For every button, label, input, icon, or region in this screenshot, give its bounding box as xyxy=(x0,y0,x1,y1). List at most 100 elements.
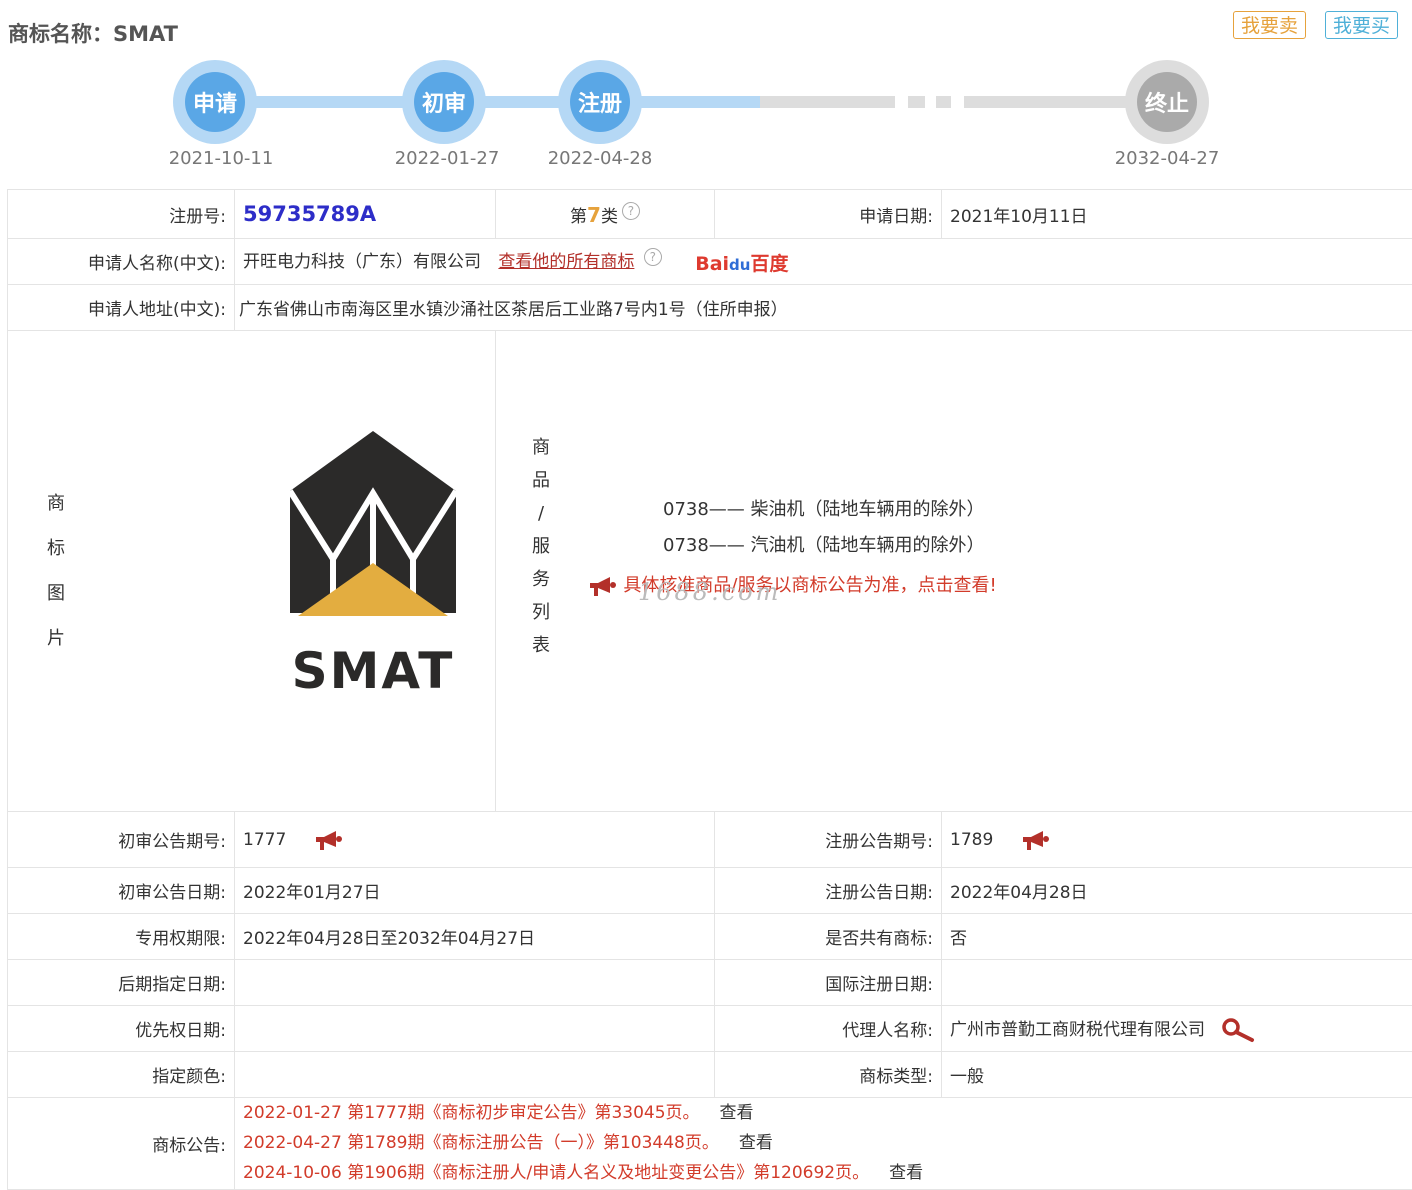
watermark: 1688.com xyxy=(638,578,781,606)
list-item: 2022-04-27 第1789期《商标注册公告（一）》第103448页。查看 xyxy=(243,1128,1405,1158)
table-row: 注册号: 59735789A 第7类? 申请日期: 2021年10月11日 xyxy=(8,190,1412,239)
timeline-gap-dash xyxy=(936,96,951,108)
table-row: 优先权日期: 代理人名称: 广州市普勤工商财税代理有限公司 xyxy=(8,1006,1412,1052)
prelim-no-value: 1777 xyxy=(243,830,286,850)
vertical-char: 品 xyxy=(526,464,556,497)
help-icon[interactable]: ? xyxy=(622,202,640,220)
announce-text: 2024-10-06 第1906期《商标注册人/申请人名义及地址变更公告》第12… xyxy=(243,1163,869,1183)
vertical-char: / xyxy=(526,497,556,530)
timeline-node-terminate: 终止 xyxy=(1125,60,1209,144)
all-marks-link[interactable]: 查看他的所有商标 xyxy=(498,252,634,272)
timeline-date: 2032-04-27 xyxy=(1097,148,1237,169)
color-label: 指定颜色: xyxy=(8,1052,235,1098)
later-date-label: 后期指定日期: xyxy=(8,960,235,1006)
image-vertical-label: 商 标 图 片 xyxy=(44,481,68,661)
applicant-label: 申请人名称(中文): xyxy=(8,239,235,285)
intl-date-value xyxy=(942,960,1412,1006)
timeline-node-prelim: 初审 xyxy=(402,60,486,144)
view-link[interactable]: 查看 xyxy=(720,1103,754,1123)
later-date-value xyxy=(235,960,715,1006)
trademark-title: 商标名称：SMAT xyxy=(8,18,178,48)
apply-date-value: 2021年10月11日 xyxy=(942,190,1412,239)
reg-pub-no-label: 注册公告期号: xyxy=(715,812,942,868)
goods-cell: 商 品 / 服 务 列 表 0738—— 柴油机（陆地车辆用的除外） 0738—… xyxy=(496,331,1412,812)
agent-value: 广州市普勤工商财税代理有限公司 xyxy=(950,1020,1205,1040)
search-icon[interactable] xyxy=(1220,1017,1256,1043)
announce-text: 2022-04-27 第1789期《商标注册公告（一）》第103448页。 xyxy=(243,1133,719,1153)
baidu-bai: Bai xyxy=(695,253,729,275)
baidu-text: 百度 xyxy=(750,253,788,275)
prelim-no-cell: 1777 xyxy=(235,812,715,868)
vertical-char: 表 xyxy=(526,629,556,662)
megaphone-icon[interactable] xyxy=(314,829,344,851)
class-suffix: 类 xyxy=(601,207,618,227)
table-row: 后期指定日期: 国际注册日期: xyxy=(8,960,1412,1006)
class-cell: 第7类? xyxy=(496,190,715,239)
baidu-search-icon[interactable]: Baidu百度 xyxy=(695,249,788,276)
class-number: 7 xyxy=(587,203,601,227)
view-link[interactable]: 查看 xyxy=(889,1163,923,1183)
term-label: 专用权期限: xyxy=(8,914,235,960)
timeline-date: 2022-04-28 xyxy=(530,148,670,169)
table-row: 商 标 图 片 SMAT 商 品 / 服 务 xyxy=(8,331,1412,812)
table-row: 申请人地址(中文): 广东省佛山市南海区里水镇沙涌社区茶居后工业路7号内1号（住… xyxy=(8,285,1412,331)
agent-cell: 广州市普勤工商财税代理有限公司 xyxy=(942,1006,1412,1052)
color-value xyxy=(235,1052,715,1098)
announce-label: 商标公告: xyxy=(8,1098,235,1190)
megaphone-icon[interactable] xyxy=(1021,829,1051,851)
timeline-date: 2022-01-27 xyxy=(377,148,517,169)
trademark-logo-image: SMAT xyxy=(253,431,493,701)
list-item: 2022-01-27 第1777期《商标初步审定公告》第33045页。查看 xyxy=(243,1098,1405,1128)
sell-button[interactable]: 我要卖 xyxy=(1233,11,1306,39)
timeline-node-apply: 申请 xyxy=(173,60,257,144)
timeline-date: 2021-10-11 xyxy=(151,148,291,169)
list-item: 0738—— 汽油机（陆地车辆用的除外） xyxy=(663,528,985,564)
table-row: 指定颜色: 商标类型: 一般 xyxy=(8,1052,1412,1098)
table-row: 初审公告期号: 1777 注册公告期号: 1789 xyxy=(8,812,1412,868)
reg-pub-date-label: 注册公告日期: xyxy=(715,868,942,914)
reg-no-value: 59735789A xyxy=(243,202,376,226)
list-item: 2024-10-06 第1906期《商标注册人/申请人名义及地址变更公告》第12… xyxy=(243,1158,1405,1188)
vertical-char: 务 xyxy=(526,563,556,596)
table-row: 商标公告: 2022-01-27 第1777期《商标初步审定公告》第33045页… xyxy=(8,1098,1412,1190)
list-item: 0738—— 柴油机（陆地车辆用的除外） xyxy=(663,492,985,528)
timeline-progress-bar xyxy=(215,96,760,108)
logo-text: SMAT xyxy=(292,642,455,700)
reg-pub-date-value: 2022年04月28日 xyxy=(942,868,1412,914)
announce-list: 2022-01-27 第1777期《商标初步审定公告》第33045页。查看 20… xyxy=(235,1098,1412,1190)
table-row: 初审公告日期: 2022年01月27日 注册公告日期: 2022年04月28日 xyxy=(8,868,1412,914)
baidu-du: du xyxy=(729,256,750,274)
vertical-char: 商 xyxy=(44,481,68,526)
address-value: 广东省佛山市南海区里水镇沙涌社区茶居后工业路7号内1号（住所申报） xyxy=(235,285,1412,331)
vertical-char: 标 xyxy=(44,526,68,571)
view-link[interactable]: 查看 xyxy=(739,1133,773,1153)
help-icon[interactable]: ? xyxy=(644,248,662,266)
logo-cell: 商 标 图 片 SMAT xyxy=(8,331,496,812)
prelim-no-label: 初审公告期号: xyxy=(8,812,235,868)
vertical-char: 片 xyxy=(44,616,68,661)
address-label: 申请人地址(中文): xyxy=(8,285,235,331)
vertical-char: 列 xyxy=(526,596,556,629)
applicant-cell: 开旺电力科技（广东）有限公司 查看他的所有商标 ? Baidu百度 xyxy=(235,239,1412,285)
buy-button[interactable]: 我要买 xyxy=(1325,11,1398,39)
vertical-char: 服 xyxy=(526,530,556,563)
timeline-node-register: 注册 xyxy=(558,60,642,144)
timeline-node-label: 申请 xyxy=(185,72,245,132)
intl-date-label: 国际注册日期: xyxy=(715,960,942,1006)
class-prefix: 第 xyxy=(570,207,587,227)
goods-list: 0738—— 柴油机（陆地车辆用的除外） 0738—— 汽油机（陆地车辆用的除外… xyxy=(663,492,985,564)
table-row: 专用权期限: 2022年04月28日至2032年04月27日 是否共有商标: 否 xyxy=(8,914,1412,960)
timeline-node-label: 注册 xyxy=(570,72,630,132)
reg-pub-no-cell: 1789 xyxy=(942,812,1412,868)
table-row: 申请人名称(中文): 开旺电力科技（广东）有限公司 查看他的所有商标 ? Bai… xyxy=(8,239,1412,285)
term-value: 2022年04月28日至2032年04月27日 xyxy=(235,914,715,960)
vertical-char: 图 xyxy=(44,571,68,616)
type-value: 一般 xyxy=(942,1052,1412,1098)
agent-label: 代理人名称: xyxy=(715,1006,942,1052)
prelim-date-label: 初审公告日期: xyxy=(8,868,235,914)
applicant-value: 开旺电力科技（广东）有限公司 xyxy=(243,252,481,272)
type-label: 商标类型: xyxy=(715,1052,942,1098)
goods-vertical-label: 商 品 / 服 务 列 表 xyxy=(526,431,556,662)
vertical-char: 商 xyxy=(526,431,556,464)
announce-text: 2022-01-27 第1777期《商标初步审定公告》第33045页。 xyxy=(243,1103,700,1123)
